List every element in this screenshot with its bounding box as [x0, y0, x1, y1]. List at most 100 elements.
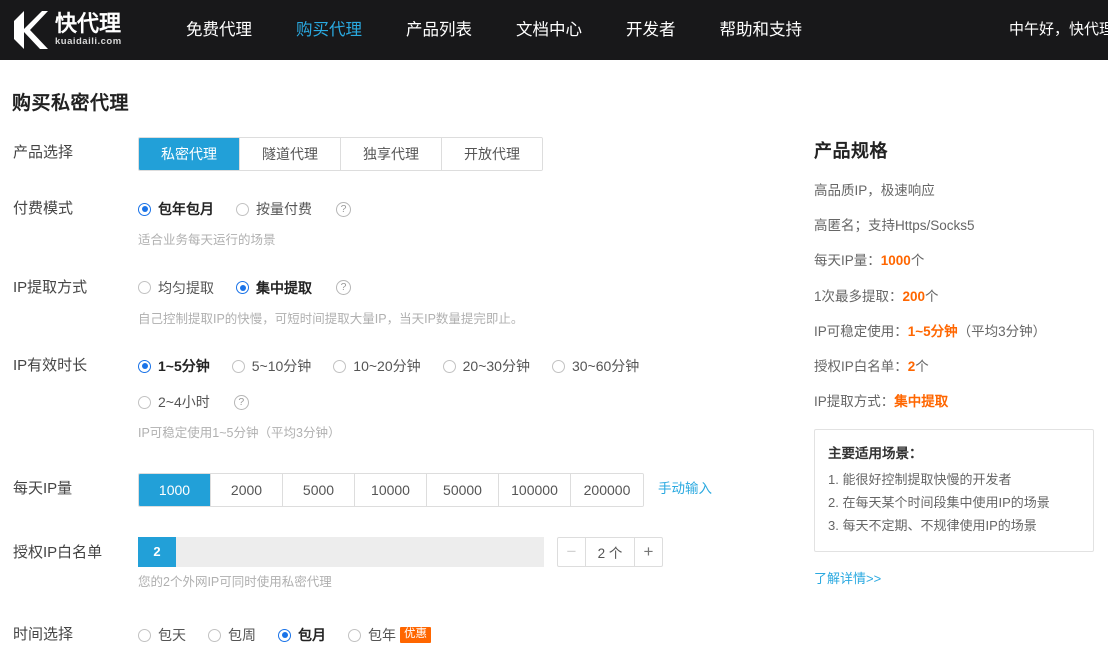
product-option-private[interactable]: 私密代理	[139, 138, 240, 170]
row-product-select: 产品选择 私密代理 隧道代理 独享代理 开放代理	[12, 137, 802, 171]
label-daily-ip: 每天IP量	[13, 479, 73, 497]
duration-option-1-5min-label: 1~5分钟	[158, 358, 210, 374]
use-cases-box: 主要适用场景： 1. 能很好控制提取快慢的开发者 2. 在每天某个时间段集中使用…	[814, 429, 1094, 552]
discount-badge: 优惠	[400, 626, 431, 644]
spec-line-max-extract-value: 200	[902, 288, 926, 304]
daily-ip-option-200000[interactable]: 200000	[571, 473, 643, 506]
radio-dot-icon	[236, 281, 249, 294]
daily-ip-option-5000[interactable]: 5000	[283, 473, 355, 506]
radio-dot-icon	[236, 202, 249, 216]
spec-line-extract-mode: IP提取方式：集中提取	[814, 394, 1094, 410]
site-logo[interactable]: 快代理 kuaidaili.com	[14, 9, 132, 51]
row-time-select: 时间选择 包天 包周 包月 包年 优惠	[12, 619, 802, 651]
duration-option-5-10min-label: 5~10分钟	[251, 358, 312, 374]
spec-line-anonymity-text: 高匿名；支持Https/Socks5	[814, 218, 975, 234]
extract-option-concentrated[interactable]: 集中提取	[236, 278, 312, 298]
spec-line-whitelist-suffix: 个	[915, 358, 929, 374]
whitelist-slider[interactable]: 2	[138, 536, 544, 567]
duration-option-20-30min[interactable]: 20~30分钟	[442, 356, 530, 376]
spec-line-whitelist: 授权IP白名单：2个	[814, 359, 1094, 375]
time-option-month-label: 包月	[298, 627, 326, 643]
spec-line-stability-label: IP可稳定使用：	[814, 323, 908, 339]
daily-ip-option-100000[interactable]: 100000	[499, 473, 571, 506]
radio-dot-icon	[333, 359, 347, 373]
label-product-select: 产品选择	[13, 144, 74, 161]
duration-option-30-60min[interactable]: 30~60分钟	[551, 356, 640, 376]
payment-option-subscription[interactable]: 包年包月	[138, 199, 214, 219]
learn-more-link[interactable]: 了解详情>>	[814, 568, 881, 587]
nav-item-product-list[interactable]: 产品列表	[384, 0, 494, 60]
daily-ip-option-50000[interactable]: 50000	[427, 473, 499, 506]
time-option-year[interactable]: 包年 优惠	[348, 625, 431, 645]
duration-option-2-4hour[interactable]: 2~4小时	[138, 392, 210, 412]
whitelist-increase-button[interactable]: +	[634, 537, 662, 566]
time-option-week-label: 包周	[228, 627, 256, 643]
logo-text-en: kuaidaili.com	[55, 36, 122, 48]
hint-extract-mode: 自己控制提取IP的快慢，可短时间提取大量IP，当天IP数量提完即止。	[138, 311, 524, 326]
label-payment-mode: 付费模式	[13, 200, 74, 217]
duration-option-5-10min[interactable]: 5~10分钟	[231, 356, 312, 376]
row-ip-duration: IP有效时长 1~5分钟 5~10分钟 10~20分钟 20~30分钟 30~6…	[12, 350, 802, 443]
use-case-item: 2. 在每天某个时间段集中使用IP的场景	[828, 495, 1050, 511]
product-option-open[interactable]: 开放代理	[442, 138, 542, 170]
product-option-tunnel[interactable]: 隧道代理	[240, 138, 341, 170]
radio-dot-icon	[138, 281, 151, 294]
help-icon[interactable]: ?	[336, 201, 351, 217]
help-icon[interactable]: ?	[336, 280, 351, 295]
daily-ip-group: 1000 2000 5000 10000 50000 100000 200000	[138, 472, 644, 507]
row-payment-mode: 付费模式 包年包月 按量付费 ? 适合业务每天运行的场景	[12, 193, 802, 250]
time-option-month[interactable]: 包月	[278, 625, 326, 645]
daily-ip-option-1000[interactable]: 1000	[139, 473, 211, 506]
row-extract-mode: IP提取方式 均匀提取 集中提取 ? 自己控制提取IP的快慢，可短时间提取大量I…	[12, 272, 802, 329]
nav-item-free-proxy[interactable]: 免费代理	[164, 0, 274, 60]
radio-dot-icon	[138, 359, 151, 373]
product-option-dedicated[interactable]: 独享代理	[341, 138, 442, 170]
hint-whitelist: 您的2个外网IP可同时使用私密代理	[138, 574, 332, 589]
nav-item-developer[interactable]: 开发者	[604, 0, 698, 60]
label-whitelist: 授权IP白名单	[13, 543, 103, 561]
daily-ip-option-10000[interactable]: 10000	[355, 473, 427, 506]
logo-k-icon	[14, 11, 48, 49]
label-extract-mode: IP提取方式	[13, 278, 88, 296]
nav-item-buy-proxy[interactable]: 购买代理	[274, 0, 384, 60]
hint-ip-duration: IP可稳定使用1~5分钟（平均3分钟）	[138, 426, 341, 440]
help-icon[interactable]: ?	[233, 394, 249, 410]
spec-line-daily-ip: 每天IP量：1000个	[814, 253, 1094, 269]
radio-dot-icon	[138, 202, 151, 216]
row-whitelist: 授权IP白名单 2 − 2 个 + 您的2个外网IP可同时使用私密代理	[12, 536, 802, 592]
payment-option-payg[interactable]: 按量付费	[236, 199, 312, 219]
spec-line-max-extract-label: 1次最多提取：	[814, 288, 903, 304]
radio-dot-icon	[231, 359, 245, 373]
nav-item-doc-center[interactable]: 文档中心	[494, 0, 604, 60]
main-nav: 免费代理 购买代理 产品列表 文档中心 开发者 帮助和支持	[164, 0, 824, 60]
duration-option-30-60min-label: 30~60分钟	[571, 358, 640, 374]
spec-line-daily-ip-suffix: 个	[910, 253, 925, 269]
time-option-week[interactable]: 包周	[208, 625, 256, 645]
radio-dot-icon	[442, 359, 456, 373]
payment-option-payg-label: 按量付费	[256, 201, 312, 217]
radio-dot-icon	[138, 628, 151, 642]
nav-item-help-support[interactable]: 帮助和支持	[698, 0, 825, 60]
payment-option-subscription-label: 包年包月	[158, 201, 214, 217]
user-greeting[interactable]: 中午好，快代理	[1009, 0, 1108, 60]
spec-line-quality-text: 高品质IP，极速响应	[814, 183, 935, 198]
use-case-item: 1. 能很好控制提取快慢的开发者	[828, 472, 1012, 488]
extract-option-even-label: 均匀提取	[158, 279, 214, 296]
duration-option-20-30min-label: 20~30分钟	[462, 358, 530, 374]
extract-option-even[interactable]: 均匀提取	[138, 278, 214, 298]
extract-option-concentrated-label: 集中提取	[256, 279, 312, 296]
whitelist-stepper: − 2 个 +	[557, 536, 663, 567]
manual-input-link[interactable]: 手动输入	[658, 473, 712, 505]
hint-payment-mode: 适合业务每天运行的场景	[138, 233, 276, 247]
page-body: 购买私密代理 产品选择 私密代理 隧道代理 独享代理 开放代理 付费模式 包年包…	[0, 88, 1108, 653]
duration-option-10-20min-label: 10~20分钟	[353, 358, 421, 374]
whitelist-slider-handle[interactable]: 2	[138, 536, 176, 567]
duration-option-10-20min[interactable]: 10~20分钟	[333, 356, 421, 376]
spec-line-daily-ip-value: 1000	[880, 253, 911, 269]
duration-option-1-5min[interactable]: 1~5分钟	[138, 356, 210, 376]
whitelist-decrease-button[interactable]: −	[558, 537, 586, 566]
daily-ip-option-2000[interactable]: 2000	[211, 473, 283, 506]
spec-line-stability-value: 1~5分钟	[907, 323, 958, 339]
duration-option-2-4hour-label: 2~4小时	[158, 394, 210, 410]
time-option-day[interactable]: 包天	[138, 625, 186, 645]
